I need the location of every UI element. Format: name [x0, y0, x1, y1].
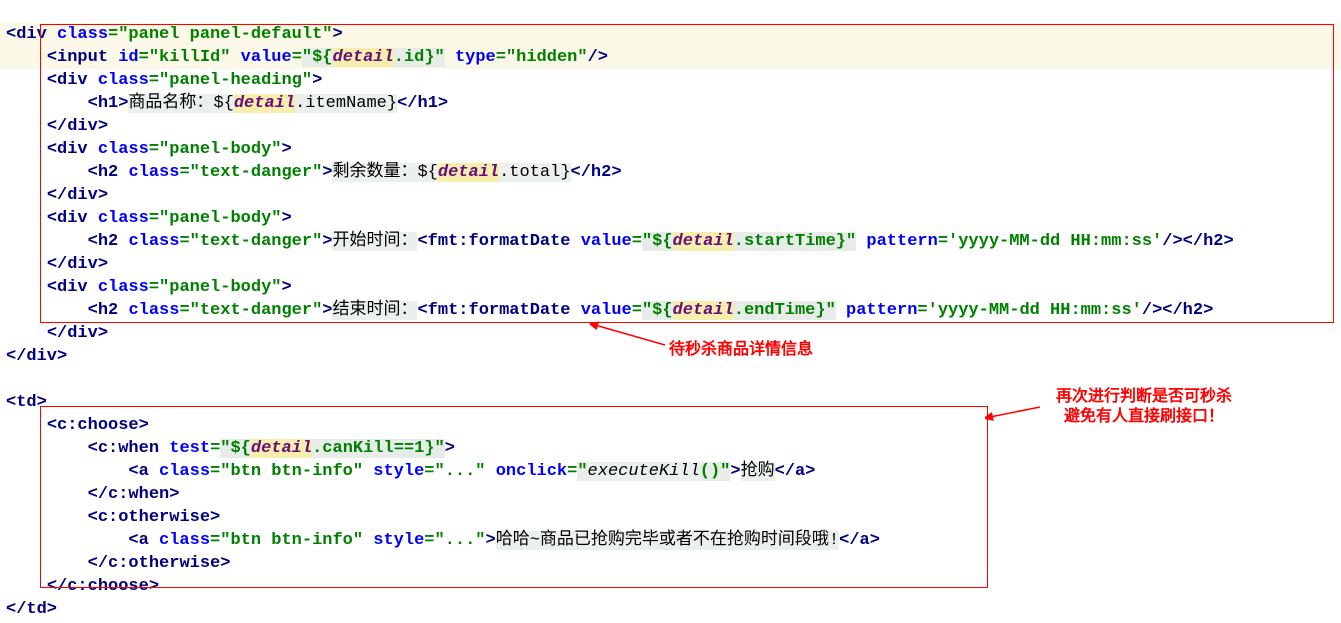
- attr: class: [128, 163, 179, 182]
- close: </h2>: [571, 163, 622, 182]
- val: "text-danger": [190, 232, 323, 251]
- tag: <fmt:formatDate: [417, 301, 580, 320]
- attr: onclick: [496, 462, 567, 481]
- detail-var: detail: [438, 163, 499, 182]
- close: >: [281, 209, 291, 228]
- tag: <h2: [88, 301, 129, 320]
- val: "btn btn-info": [220, 531, 363, 550]
- val: "panel-body": [159, 278, 281, 297]
- tag: <c:otherwise>: [88, 508, 221, 527]
- attr: class: [128, 301, 179, 320]
- close-tag: </c:when>: [88, 485, 180, 504]
- tag: <div: [47, 209, 98, 228]
- tag: <h2: [88, 163, 129, 182]
- detail-var: detail: [251, 439, 312, 458]
- tag: <div: [6, 25, 57, 44]
- tag: <fmt:formatDate: [417, 232, 580, 251]
- tag: <c:choose>: [47, 416, 149, 435]
- close-tag: </div>: [6, 347, 67, 366]
- attr: class: [98, 278, 149, 297]
- attr: test: [169, 439, 210, 458]
- tag: <c:when: [88, 439, 170, 458]
- close: >: [312, 71, 322, 90]
- function: executeKill: [588, 462, 700, 481]
- val: "...": [435, 531, 486, 550]
- val: "hidden": [506, 48, 588, 67]
- tag: <td>: [6, 393, 47, 412]
- tag: <h2: [88, 232, 129, 251]
- text: 开始时间：: [332, 232, 417, 251]
- close-tag: </div>: [47, 186, 108, 205]
- attr: class: [98, 71, 149, 90]
- val: "panel panel-default": [118, 25, 332, 44]
- attr: class: [128, 232, 179, 251]
- text: 剩余数量：: [332, 163, 417, 182]
- close: />: [588, 48, 608, 67]
- close-tag: </td>: [6, 600, 57, 619]
- close: >: [281, 278, 291, 297]
- val: "panel-body": [159, 209, 281, 228]
- val: "text-danger": [190, 163, 323, 182]
- annotation-2-line2: 避免有人直接刷接口！: [1064, 408, 1224, 425]
- close: </a>: [775, 462, 816, 481]
- detail-var: detail: [673, 232, 734, 251]
- tag: <a: [128, 531, 159, 550]
- close: >: [332, 25, 342, 44]
- close: >: [445, 439, 455, 458]
- val: 'yyyy-MM-dd HH:mm:ss': [948, 232, 1162, 251]
- close: </h2>: [1162, 301, 1213, 320]
- attr: class: [57, 25, 108, 44]
- text: 商品名称：: [128, 94, 213, 113]
- attr: style: [373, 531, 424, 550]
- tag: <div: [47, 140, 98, 159]
- text: 抢购: [741, 462, 775, 481]
- detail-var: detail: [333, 48, 394, 67]
- tag: <a: [128, 462, 159, 481]
- attr: value: [581, 232, 632, 251]
- annotation-1: 待秒杀商品详情信息: [665, 338, 817, 362]
- attr: pattern: [846, 301, 917, 320]
- eq: =: [108, 25, 118, 44]
- attr: class: [98, 140, 149, 159]
- val: "panel-body": [159, 140, 281, 159]
- tag: <div: [47, 278, 98, 297]
- attr: value: [241, 48, 292, 67]
- val: "text-danger": [190, 301, 323, 320]
- attr: style: [373, 462, 424, 481]
- code-block: <div class="panel panel-default"> <input…: [6, 0, 1234, 621]
- attr: class: [159, 462, 210, 481]
- close: </h2>: [1183, 232, 1234, 251]
- detail-var: detail: [673, 301, 734, 320]
- val: 'yyyy-MM-dd HH:mm:ss': [928, 301, 1142, 320]
- attr: value: [581, 301, 632, 320]
- val: "killId": [149, 48, 231, 67]
- tag: <input: [47, 48, 118, 67]
- attr: id: [118, 48, 138, 67]
- code-editor-view: <div class="panel panel-default"> <input…: [0, 0, 1341, 623]
- text: 哈哈~商品已抢购完毕或者不在抢购时间段哦!: [496, 531, 839, 550]
- close: </a>: [839, 531, 880, 550]
- val: "panel-heading": [159, 71, 312, 90]
- close-tag: </c:choose>: [47, 577, 159, 596]
- close-tag: </div>: [47, 117, 108, 136]
- val: "btn btn-info": [220, 462, 363, 481]
- attr: class: [98, 209, 149, 228]
- tag: <div: [47, 71, 98, 90]
- attr: type: [455, 48, 496, 67]
- text: 结束时间：: [332, 301, 417, 320]
- close-tag: </div>: [47, 324, 108, 343]
- annotation-2: 再次进行判断是否可秒杀 避免有人直接刷接口！: [1040, 385, 1248, 429]
- annotation-2-line1: 再次进行判断是否可秒杀: [1056, 388, 1232, 405]
- attr: pattern: [866, 232, 937, 251]
- close-tag: </div>: [47, 255, 108, 274]
- detail-var: detail: [234, 94, 295, 113]
- attr: class: [159, 531, 210, 550]
- val: ": [302, 48, 312, 67]
- close-tag: </c:otherwise>: [88, 554, 231, 573]
- close: >: [281, 140, 291, 159]
- close: </h1>: [397, 94, 448, 113]
- tag: <h1>: [88, 94, 129, 113]
- val: "...": [435, 462, 486, 481]
